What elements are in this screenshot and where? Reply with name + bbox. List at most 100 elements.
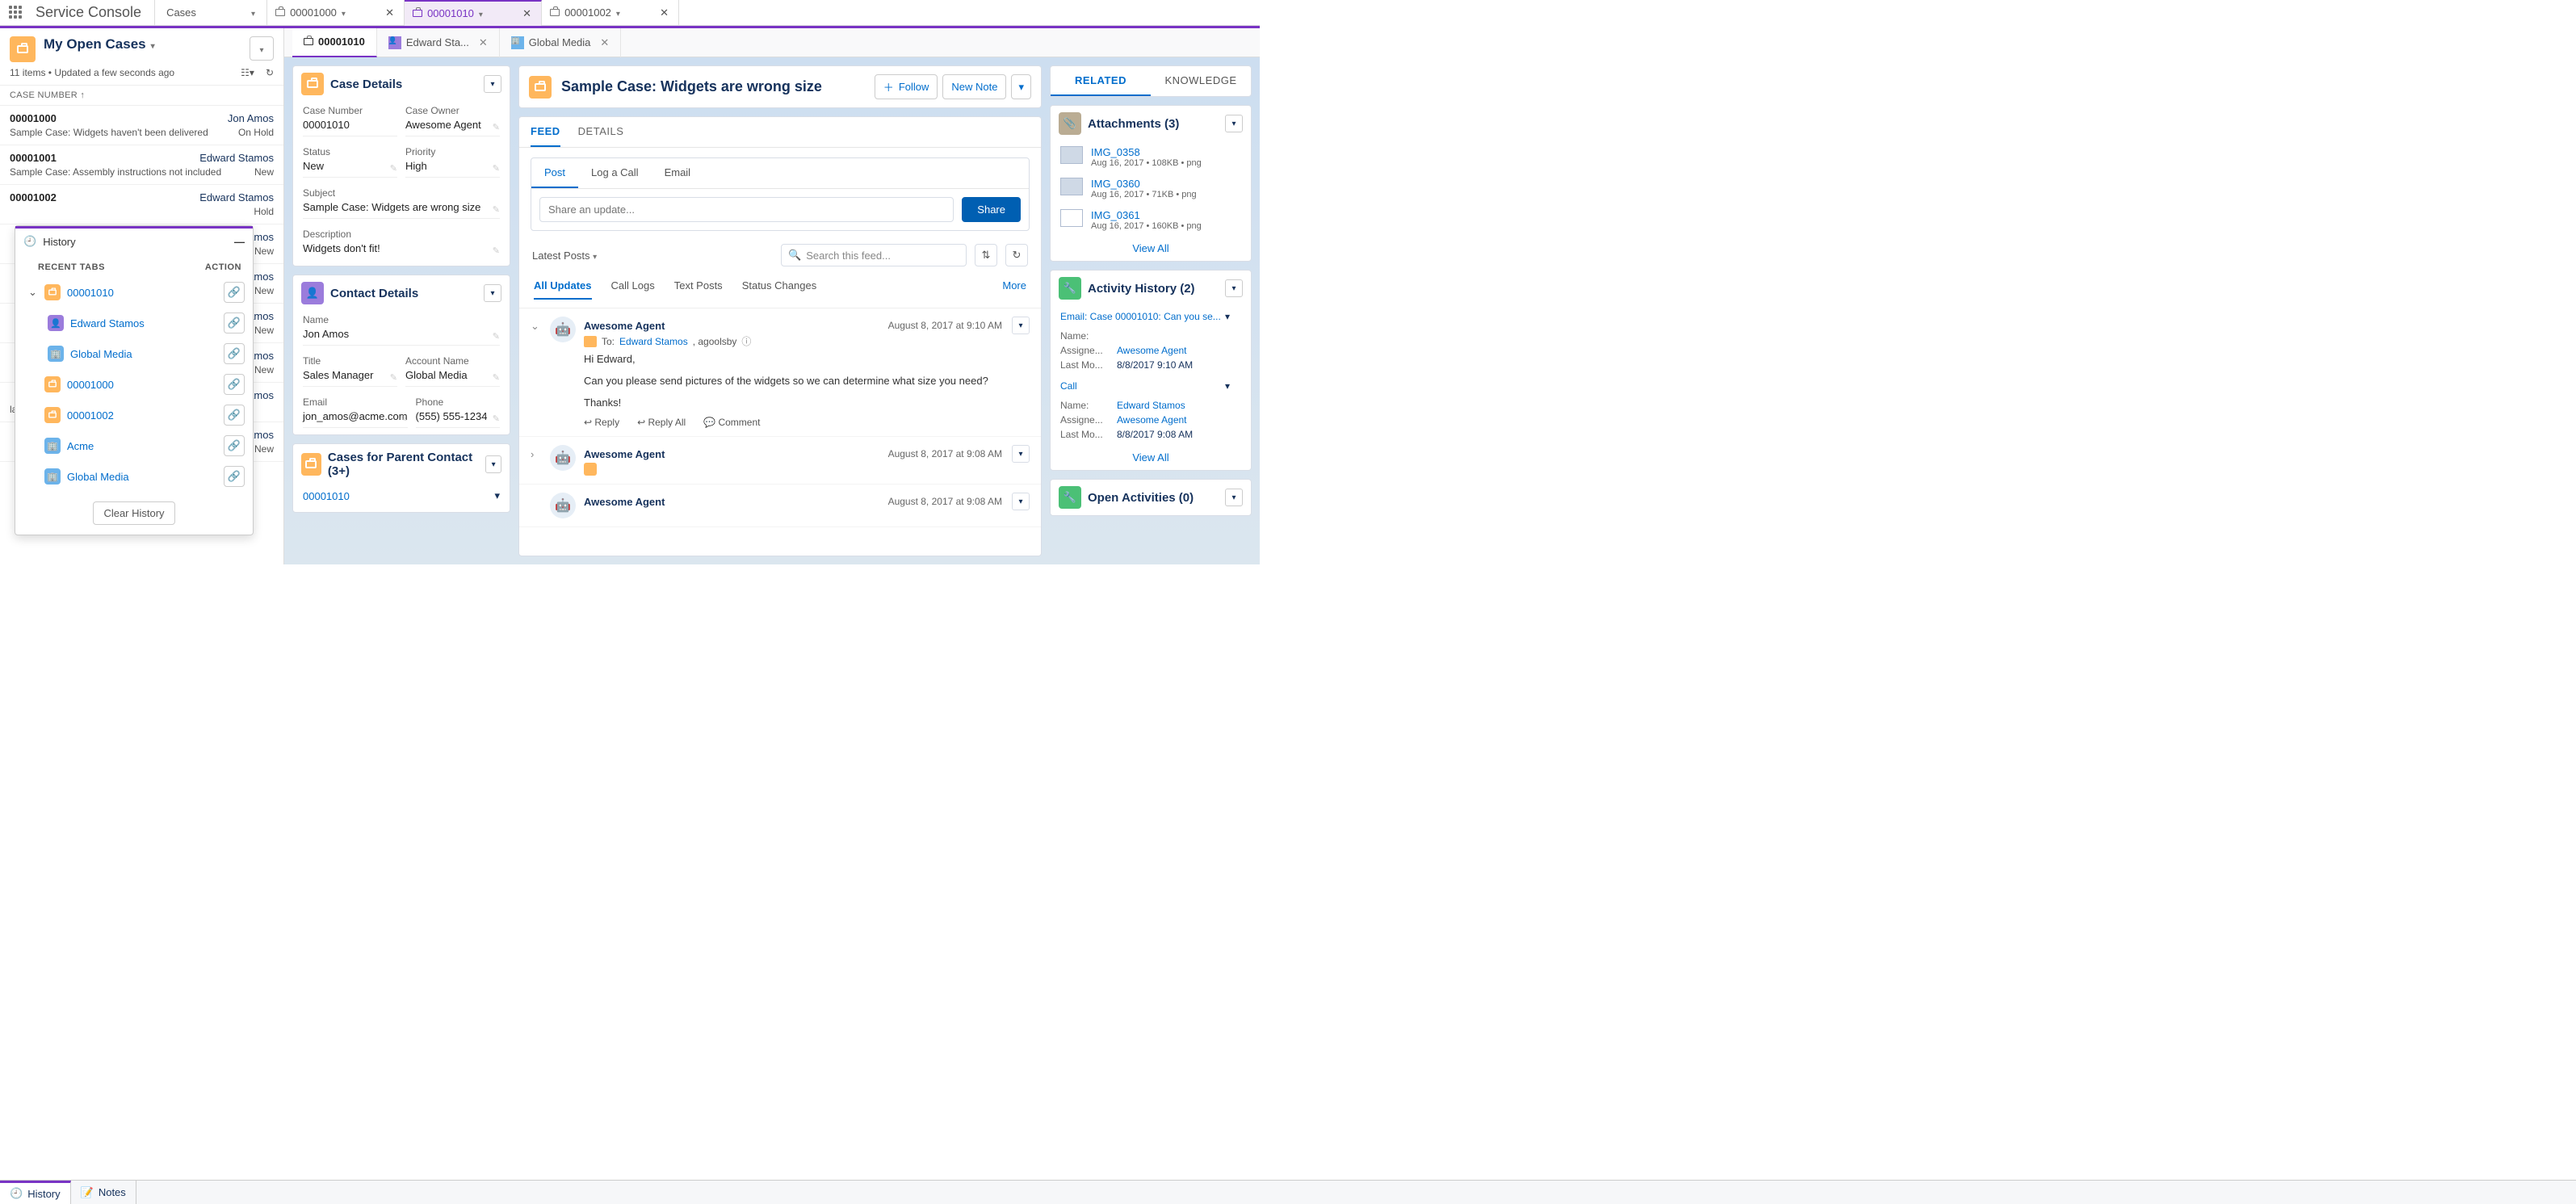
card-menu-button[interactable]: ▾ bbox=[1225, 489, 1243, 506]
case-row[interactable]: 00001002Edward Stamos Hold bbox=[0, 185, 283, 224]
row-menu-button[interactable]: ▾ bbox=[1225, 380, 1241, 396]
file-link[interactable]: IMG_0358 bbox=[1091, 146, 1140, 158]
view-all-attachments[interactable]: View All bbox=[1132, 242, 1168, 254]
edit-icon[interactable]: ✎ bbox=[390, 163, 397, 174]
minimize-icon[interactable]: — bbox=[234, 236, 245, 248]
edit-icon[interactable]: ✎ bbox=[493, 372, 500, 383]
history-item[interactable]: 00001000 🔗 bbox=[15, 369, 253, 400]
edit-icon[interactable]: ✎ bbox=[493, 245, 500, 256]
file-link[interactable]: IMG_0360 bbox=[1091, 178, 1140, 190]
pub-tab-email[interactable]: Email bbox=[652, 158, 704, 188]
expand-icon[interactable]: › bbox=[531, 445, 542, 476]
history-item[interactable]: 🏢 Global Media 🔗 bbox=[15, 461, 253, 492]
collapse-icon[interactable]: ⌄ bbox=[28, 286, 38, 299]
share-update-input[interactable] bbox=[539, 197, 954, 222]
history-link[interactable]: Global Media bbox=[70, 348, 132, 360]
history-link[interactable]: Acme bbox=[67, 440, 94, 452]
tab-details[interactable]: DETAILS bbox=[578, 125, 624, 147]
open-link-button[interactable]: 🔗 bbox=[224, 282, 245, 303]
open-link-button[interactable]: 🔗 bbox=[224, 374, 245, 395]
chevron-down-icon[interactable] bbox=[151, 36, 155, 52]
contact-link[interactable]: Edward Stamos bbox=[1117, 400, 1241, 411]
view-all-activity[interactable]: View All bbox=[1132, 451, 1168, 464]
feed-item-menu[interactable]: ▾ bbox=[1012, 493, 1030, 510]
tab-knowledge[interactable]: KNOWLEDGE bbox=[1151, 66, 1251, 96]
feed-settings-button[interactable]: ⇅ bbox=[975, 244, 997, 266]
edit-icon[interactable]: ✎ bbox=[493, 122, 500, 132]
pub-tab-post[interactable]: Post bbox=[531, 158, 578, 188]
close-icon[interactable]: ✕ bbox=[658, 6, 670, 19]
reply-button[interactable]: ↩ Reply bbox=[584, 417, 619, 428]
feed-item-menu[interactable]: ▾ bbox=[1012, 317, 1030, 334]
card-menu-button[interactable]: ▾ bbox=[484, 75, 501, 93]
chevron-down-icon[interactable] bbox=[479, 7, 483, 19]
history-item[interactable]: 🏢 Global Media 🔗 bbox=[15, 338, 253, 369]
display-toggle-icon[interactable]: ☷▾ bbox=[241, 67, 254, 78]
history-link[interactable]: Edward Stamos bbox=[70, 317, 145, 329]
close-icon[interactable]: ✕ bbox=[521, 7, 533, 20]
file-link[interactable]: IMG_0361 bbox=[1091, 209, 1140, 221]
workspace-tab-active[interactable]: 00001010 ✕ bbox=[405, 0, 542, 26]
card-menu-button[interactable]: ▾ bbox=[485, 455, 501, 473]
open-link-button[interactable]: 🔗 bbox=[224, 405, 245, 426]
chevron-down-icon[interactable] bbox=[342, 6, 346, 19]
close-icon[interactable]: ✕ bbox=[600, 36, 609, 49]
open-link-button[interactable]: 🔗 bbox=[224, 343, 245, 364]
ff-status[interactable]: Status Changes bbox=[742, 279, 817, 300]
app-launcher-icon[interactable] bbox=[0, 6, 32, 20]
edit-icon[interactable]: ✎ bbox=[390, 372, 397, 383]
new-note-button[interactable]: New Note bbox=[942, 74, 1006, 99]
row-menu-button[interactable]: ▾ bbox=[494, 489, 500, 502]
close-icon[interactable]: ✕ bbox=[384, 6, 396, 19]
related-case-link[interactable]: 00001010 bbox=[303, 490, 350, 502]
card-menu-button[interactable]: ▾ bbox=[1225, 115, 1243, 132]
subtab-contact[interactable]: 👤 Edward Sta... ✕ bbox=[377, 28, 500, 57]
account-link[interactable]: Global Media bbox=[405, 369, 500, 381]
listview-title[interactable]: My Open Cases bbox=[44, 36, 241, 52]
case-row[interactable]: 00001000Jon Amos Sample Case: Widgets ha… bbox=[0, 106, 283, 145]
feed-item-menu[interactable]: ▾ bbox=[1012, 445, 1030, 463]
edit-icon[interactable]: ✎ bbox=[493, 163, 500, 174]
history-item[interactable]: 🏢 Acme 🔗 bbox=[15, 430, 253, 461]
history-item[interactable]: 00001002 🔗 bbox=[15, 400, 253, 430]
history-link[interactable]: 00001002 bbox=[67, 409, 114, 422]
history-item[interactable]: ⌄ 00001010 🔗 bbox=[15, 277, 253, 308]
ff-all[interactable]: All Updates bbox=[534, 279, 592, 300]
refresh-icon[interactable]: ↻ bbox=[266, 67, 274, 78]
collapse-icon[interactable]: ⌄ bbox=[531, 317, 542, 428]
follow-button[interactable]: ＋Follow bbox=[875, 74, 938, 99]
assignee-link[interactable]: Awesome Agent bbox=[1117, 345, 1241, 356]
workspace-tab[interactable]: 00001000 ✕ bbox=[267, 0, 405, 26]
share-button[interactable]: Share bbox=[962, 197, 1021, 222]
attachment-item[interactable]: IMG_0360Aug 16, 2017 • 71KB • png bbox=[1051, 173, 1251, 204]
attachment-item[interactable]: IMG_0358Aug 16, 2017 • 108KB • png bbox=[1051, 141, 1251, 173]
utility-history[interactable]: 🕘History bbox=[0, 1181, 71, 1204]
clear-history-button[interactable]: Clear History bbox=[93, 501, 174, 525]
card-menu-button[interactable]: ▾ bbox=[1225, 279, 1243, 297]
open-link-button[interactable]: 🔗 bbox=[224, 313, 245, 334]
edit-icon[interactable]: ✎ bbox=[493, 331, 500, 342]
attachment-item[interactable]: IMG_0361Aug 16, 2017 • 160KB • png bbox=[1051, 204, 1251, 236]
reply-all-button[interactable]: ↩ Reply All bbox=[637, 417, 686, 428]
feed-sort[interactable]: Latest Posts bbox=[532, 250, 597, 262]
edit-icon[interactable]: ✎ bbox=[400, 413, 407, 424]
chevron-down-icon[interactable] bbox=[251, 6, 255, 19]
case-owner-link[interactable]: Awesome Agent bbox=[405, 119, 500, 131]
open-link-button[interactable]: 🔗 bbox=[224, 466, 245, 487]
edit-icon[interactable]: ✎ bbox=[493, 413, 500, 424]
activity-subject[interactable]: Email: Case 00001010: Can you se... bbox=[1060, 311, 1225, 327]
feed-refresh-button[interactable]: ↻ bbox=[1005, 244, 1028, 266]
history-item[interactable]: 👤 Edward Stamos 🔗 bbox=[15, 308, 253, 338]
ff-calls[interactable]: Call Logs bbox=[611, 279, 655, 300]
tab-related[interactable]: RELATED bbox=[1051, 66, 1151, 96]
close-icon[interactable]: ✕ bbox=[479, 36, 488, 49]
assignee-link[interactable]: Awesome Agent bbox=[1117, 414, 1241, 426]
history-link[interactable]: 00001010 bbox=[67, 287, 114, 299]
recipient-link[interactable]: Edward Stamos bbox=[619, 336, 688, 347]
ff-text[interactable]: Text Posts bbox=[674, 279, 723, 300]
pub-tab-log[interactable]: Log a Call bbox=[578, 158, 652, 188]
chevron-down-icon[interactable] bbox=[616, 6, 620, 19]
info-icon[interactable]: ⓘ bbox=[741, 334, 751, 348]
comment-button[interactable]: 💬 Comment bbox=[703, 417, 760, 428]
nav-object-cases[interactable]: Cases bbox=[154, 0, 267, 26]
